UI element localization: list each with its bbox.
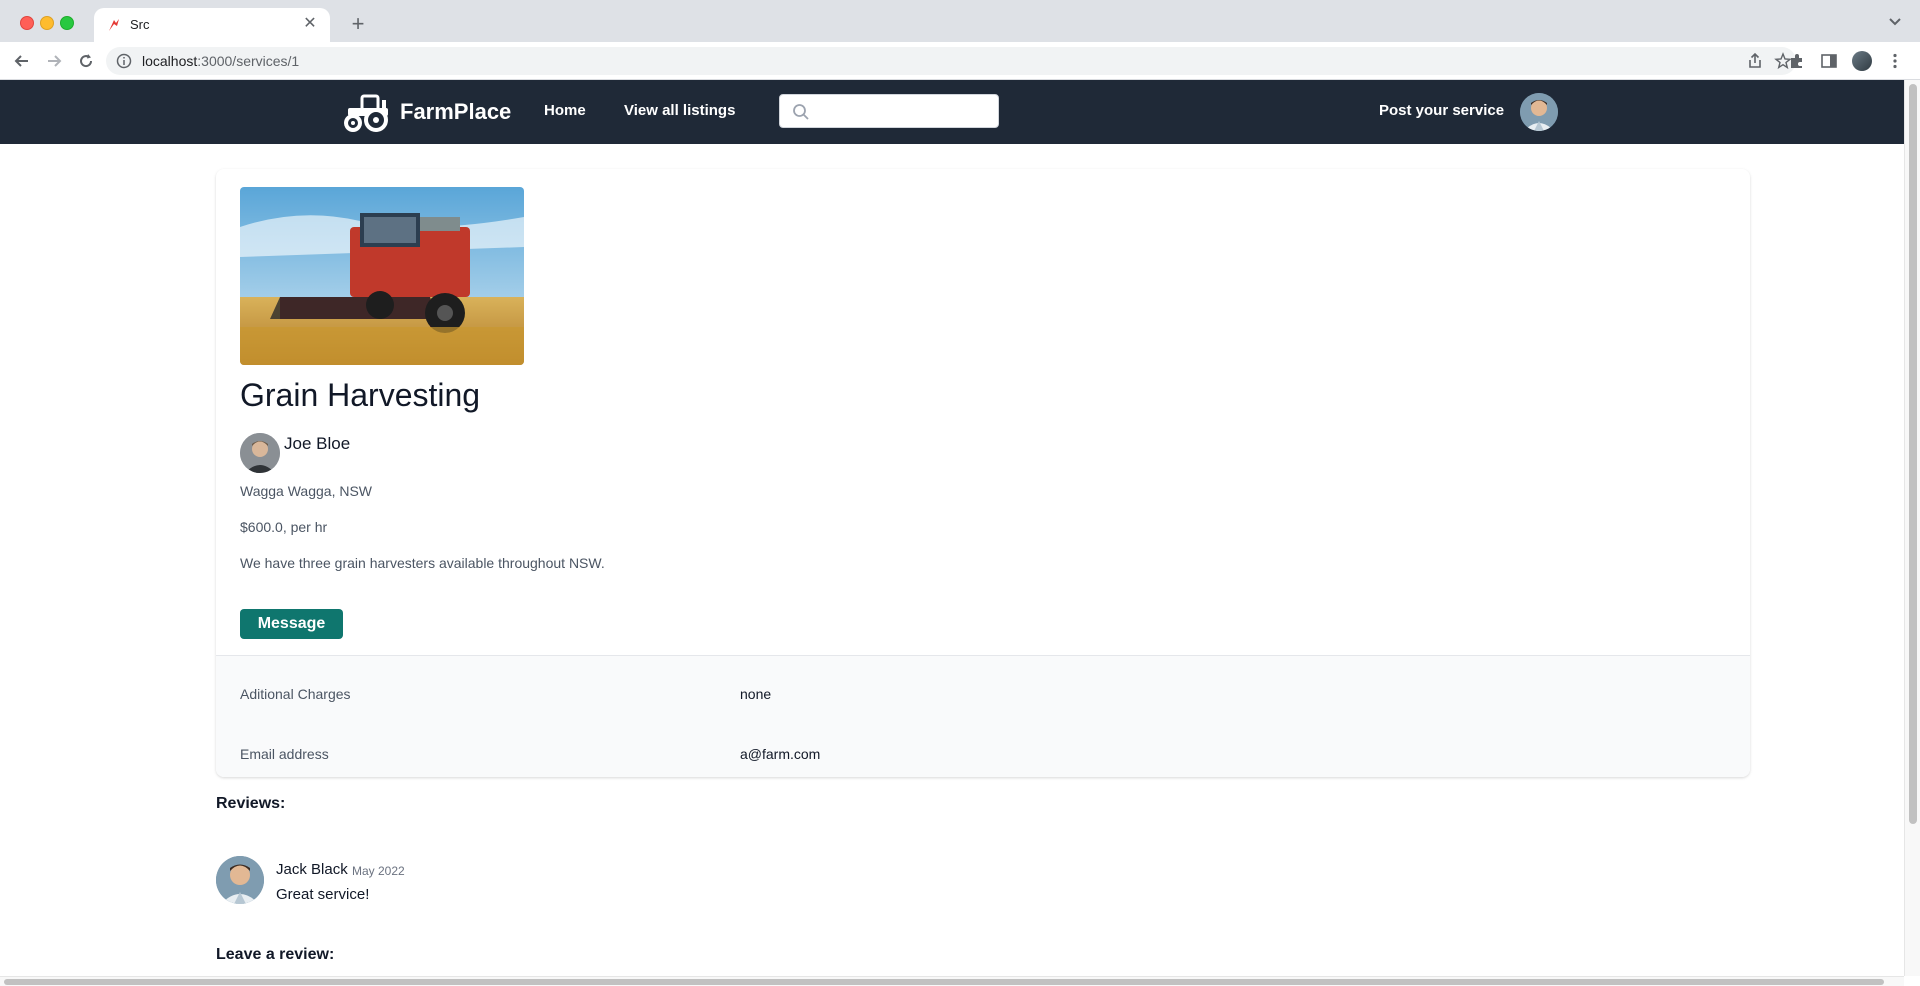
browser-toolbar: localhost:3000/services/1: [0, 42, 1920, 80]
address-bar[interactable]: localhost:3000/services/1: [106, 47, 1796, 75]
service-title: Grain Harvesting: [240, 377, 481, 413]
page-viewport: FarmPlace Home View all listings Post yo…: [0, 80, 1904, 976]
brand-name: FarmPlace: [400, 99, 512, 124]
search-icon: [793, 104, 809, 120]
service-description: We have three grain harvesters available…: [240, 555, 605, 571]
nav-all-listings-link[interactable]: View all listings: [624, 102, 735, 119]
detail-value-email: a@farm.com: [740, 746, 821, 762]
post-service-link[interactable]: Post your service: [1379, 102, 1504, 119]
provider-avatar[interactable]: [240, 433, 280, 473]
leave-review-heading: Leave a review:: [216, 946, 335, 963]
favicon-icon: [109, 19, 119, 31]
review-author: Jack Black: [276, 861, 348, 878]
service-card: Grain Harvesting Joe Bloe Wagga Wagga, N…: [216, 169, 1750, 777]
tractor-logo-icon: [344, 94, 388, 132]
horizontal-scrollbar[interactable]: [0, 976, 1904, 986]
browser-menu-icon[interactable]: [1886, 52, 1904, 70]
combine-harvester-image: [240, 187, 524, 365]
vertical-scrollbar[interactable]: [1904, 80, 1920, 976]
window-close-button[interactable]: [20, 16, 34, 30]
url-host: localhost: [142, 53, 198, 69]
tab-search-chevron-icon[interactable]: [1886, 12, 1904, 30]
detail-label-email: Email address: [240, 746, 329, 762]
service-details-table: Aditional Charges none Email address a@f…: [216, 655, 1750, 777]
app-navbar: FarmPlace Home View all listings Post yo…: [0, 80, 1904, 144]
site-info-icon[interactable]: [116, 53, 132, 69]
url-path: :3000/services/1: [197, 53, 300, 69]
detail-value-additional-charges: none: [740, 686, 772, 702]
reviewer-avatar-image: [216, 856, 264, 904]
extensions-puzzle-icon[interactable]: [1788, 52, 1806, 70]
reviews-heading: Reviews:: [216, 795, 286, 812]
user-avatar[interactable]: [1520, 93, 1558, 131]
reload-icon[interactable]: [76, 51, 96, 71]
back-arrow-icon[interactable]: [12, 51, 32, 71]
service-image: [240, 187, 524, 365]
vertical-scrollbar-thumb[interactable]: [1909, 84, 1917, 824]
url-text: localhost:3000/services/1: [142, 53, 299, 69]
side-panel-icon[interactable]: [1820, 52, 1838, 70]
review-avatar: [216, 856, 264, 904]
review-text: Great service!: [276, 886, 370, 903]
message-button[interactable]: Message: [240, 609, 343, 639]
user-avatar-image: [1520, 93, 1558, 131]
horizontal-scrollbar-thumb[interactable]: [4, 979, 1884, 985]
browser-tab-bar: Src ✕ +: [0, 0, 1920, 42]
service-location: Wagga Wagga, NSW: [240, 483, 373, 499]
review-date: May 2022: [352, 864, 405, 878]
tab-title: Src: [130, 17, 150, 32]
profile-avatar-icon[interactable]: [1852, 51, 1872, 71]
search-input[interactable]: [820, 99, 990, 125]
tab-close-icon[interactable]: ✕: [300, 14, 320, 34]
brand-link[interactable]: FarmPlace: [342, 92, 511, 132]
window-minimize-button[interactable]: [40, 16, 54, 30]
nav-home-link[interactable]: Home: [544, 102, 586, 119]
share-icon[interactable]: [1746, 52, 1764, 70]
provider-name[interactable]: Joe Bloe: [284, 434, 350, 454]
browser-tab[interactable]: Src ✕: [94, 8, 330, 42]
new-tab-icon[interactable]: +: [346, 12, 370, 36]
provider-avatar-image: [240, 433, 280, 473]
forward-arrow-icon[interactable]: [44, 51, 64, 71]
detail-label-additional-charges: Aditional Charges: [240, 686, 351, 702]
window-maximize-button[interactable]: [60, 16, 74, 30]
service-price: $600.0, per hr: [240, 519, 328, 535]
search-box[interactable]: [779, 94, 999, 128]
